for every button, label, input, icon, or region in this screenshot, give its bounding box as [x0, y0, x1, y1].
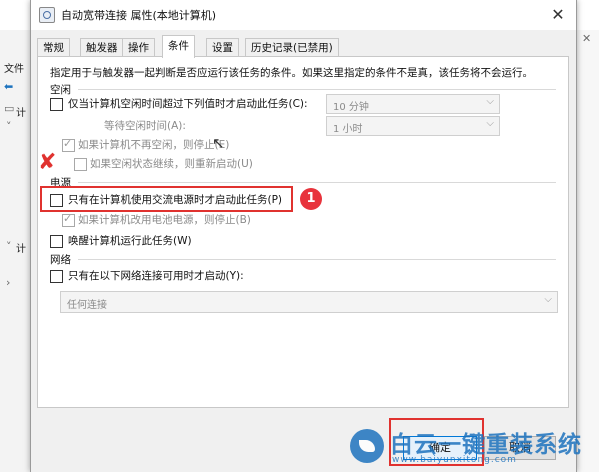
description-text: 指定用于与触发器一起判断是否应运行该任务的条件。如果这里指定的条件不是真，该任务…: [50, 67, 533, 79]
wake-to-run-checkbox[interactable]: [50, 235, 63, 248]
dialog-titlebar: 自动宽带连接 属性(本地计算机) ✕: [31, 0, 576, 30]
dialog-title: 自动宽带连接 属性(本地计算机): [61, 9, 217, 22]
start-if-idle-label: 仅当计算机空闲时间超过下列值时才启动此任务(C):: [68, 98, 308, 110]
watermark-url: www.baiyunxitong.com: [392, 455, 517, 465]
back-arrow-icon[interactable]: ⬅: [4, 80, 13, 93]
tree-node-label[interactable]: 计: [16, 240, 26, 255]
conditions-panel: 指定用于与触发器一起判断是否应运行该任务的条件。如果这里指定的条件不是真，该任务…: [37, 56, 569, 408]
step-badge: 1: [300, 188, 322, 210]
idle-duration-value: 10 分钟: [333, 102, 369, 113]
stop-if-not-idle-label: 如果计算机不再空闲，则停止(E): [78, 139, 230, 151]
chevron-down-icon: ⌵: [544, 294, 552, 305]
highlight-box-ac-power: [40, 186, 293, 212]
network-only-checkbox[interactable]: [50, 270, 63, 283]
background-right-pane: ✕: [575, 30, 599, 472]
watermark: 白云一键重装系统 www.baiyunxitong.com: [350, 425, 599, 472]
network-connection-dropdown[interactable]: 任何连接 ⌵: [60, 291, 558, 313]
wait-idle-label: 等待空闲时间(A):: [104, 120, 186, 132]
chevron-down-icon[interactable]: ˅: [6, 120, 12, 133]
x-mark-icon: ✘: [38, 150, 57, 175]
task-icon: [39, 7, 55, 23]
tab-triggers[interactable]: 触发器: [80, 38, 124, 57]
mouse-pointer-icon: ↖: [212, 134, 225, 152]
close-icon[interactable]: ✕: [549, 6, 567, 24]
tree-node-icon: ▭: [4, 102, 15, 115]
stop-if-not-idle-checkbox[interactable]: [62, 137, 75, 152]
network-group-divider: [78, 259, 556, 260]
stop-on-battery-label: 如果计算机改用电池电源，则停止(B): [78, 214, 251, 226]
chevron-down-icon: ⌵: [486, 118, 494, 129]
task-properties-dialog: 自动宽带连接 属性(本地计算机) ✕ 常规 触发器 操作 条件 设置 历史记录(…: [30, 0, 577, 472]
network-only-label: 只有在以下网络连接可用时才启动(Y):: [68, 270, 244, 282]
idle-group-label: 空闲: [50, 84, 71, 96]
restart-if-idle-label: 如果空闲状态继续，则重新启动(U): [90, 158, 253, 170]
tab-conditions[interactable]: 条件: [162, 35, 195, 58]
power-group-divider: [78, 182, 556, 183]
wait-idle-dropdown[interactable]: 1 小时 ⌵: [326, 116, 500, 136]
network-connection-value: 任何连接: [67, 300, 107, 311]
stop-on-battery-checkbox[interactable]: [62, 212, 75, 227]
tab-history[interactable]: 历史记录(已禁用): [245, 38, 339, 57]
tab-actions[interactable]: 操作: [122, 38, 155, 57]
watermark-text: 白云一键重装系统: [390, 432, 582, 458]
tree-node-label[interactable]: 计: [16, 104, 26, 119]
tab-general[interactable]: 常规: [37, 38, 70, 57]
bird-logo-icon: [350, 429, 384, 463]
idle-group-divider: [78, 89, 556, 90]
background-left-pane: 文件 ⬅ 计 ▭ ˅ ˅ 计 ›: [0, 30, 31, 472]
wake-to-run-label: 唤醒计算机运行此任务(W): [68, 235, 192, 247]
chevron-right-icon[interactable]: ›: [6, 276, 10, 289]
restart-if-idle-checkbox[interactable]: [74, 158, 87, 171]
idle-duration-dropdown[interactable]: 10 分钟 ⌵: [326, 94, 500, 114]
tab-settings[interactable]: 设置: [206, 38, 239, 57]
chevron-down-icon: ⌵: [486, 96, 494, 107]
file-menu[interactable]: 文件: [4, 60, 24, 75]
close-icon[interactable]: ✕: [582, 32, 591, 45]
start-if-idle-checkbox[interactable]: [50, 98, 63, 111]
chevron-down-icon[interactable]: ˅: [6, 240, 12, 253]
network-group-label: 网络: [50, 254, 71, 266]
wait-idle-value: 1 小时: [333, 124, 363, 135]
